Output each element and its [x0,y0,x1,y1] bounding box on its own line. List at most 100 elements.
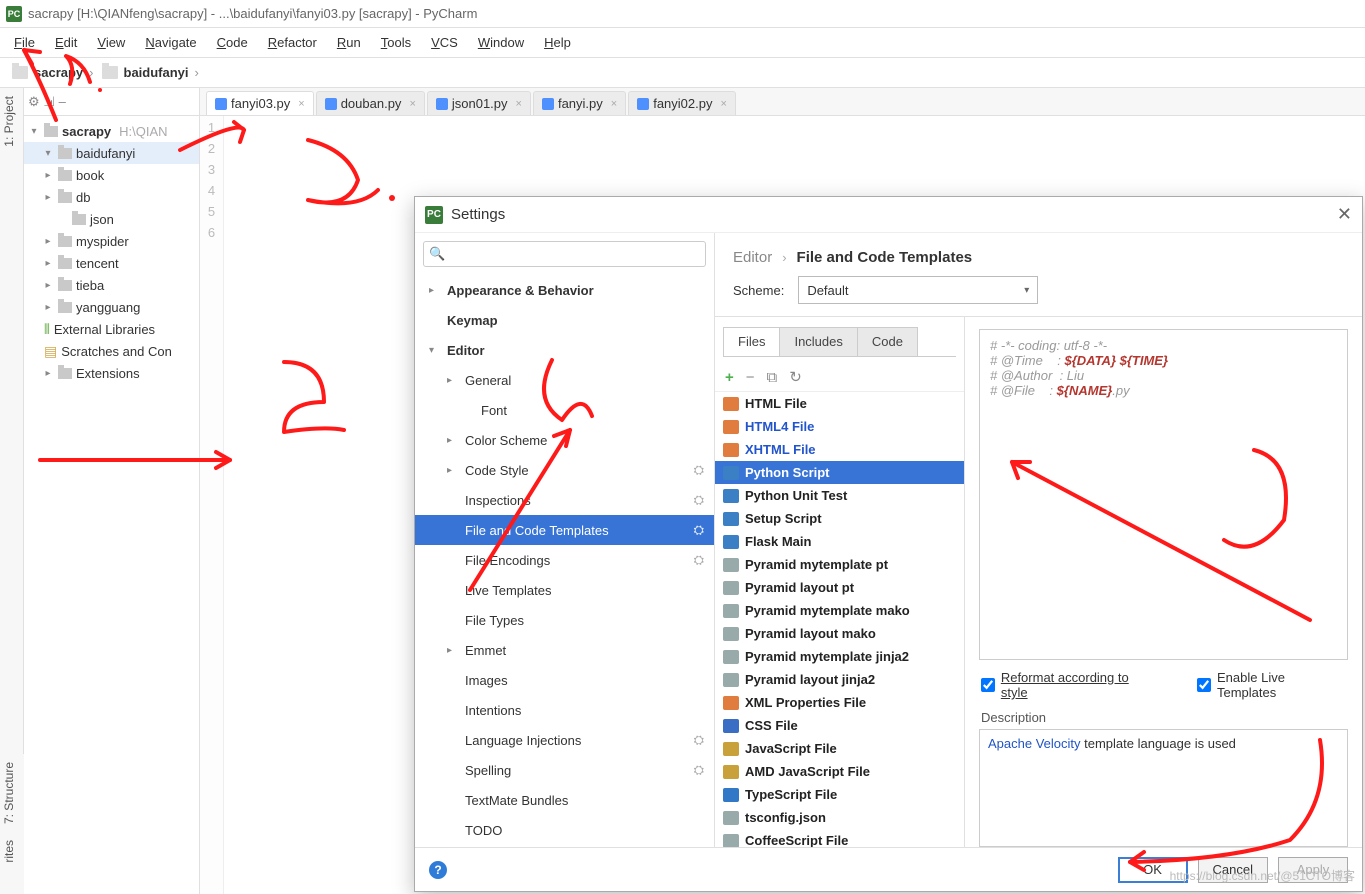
template-item[interactable]: Pyramid layout jinja2 [715,668,964,691]
settings-category-item[interactable]: ▸Emmet [415,635,714,665]
menu-tools[interactable]: Tools [373,31,419,54]
settings-category-item[interactable]: File Encodings⛭ [415,545,714,575]
cog-icon[interactable]: ⚙ [28,94,40,110]
revert-icon[interactable]: ↻ [789,368,802,386]
side-tab-structure[interactable]: 7: Structure [0,754,18,832]
settings-category-item[interactable]: ▸Appearance & Behavior [415,275,714,305]
template-item[interactable]: Python Script [715,461,964,484]
project-tree-item[interactable]: ⫴External Libraries [24,318,199,340]
template-item[interactable]: tsconfig.json [715,806,964,829]
side-tab-project[interactable]: 1: Project [0,88,18,155]
template-tab-files[interactable]: Files [723,327,780,356]
settings-category-item[interactable]: Intentions [415,695,714,725]
template-item[interactable]: Pyramid layout pt [715,576,964,599]
reformat-checkbox[interactable]: Reformat according to style [981,670,1157,700]
menu-help[interactable]: Help [536,31,579,54]
template-item[interactable]: XHTML File [715,438,964,461]
settings-category-item[interactable]: Language Injections⛭ [415,725,714,755]
template-item[interactable]: HTML File [715,392,964,415]
template-code-editor[interactable]: # -*- coding: utf-8 -*-# @Time : ${DATA}… [979,329,1348,660]
template-item[interactable]: Pyramid layout mako [715,622,964,645]
filetype-icon [723,673,739,687]
project-tree-item[interactable]: ▸yangguang [24,296,199,318]
settings-category-item[interactable]: ▾Editor [415,335,714,365]
editor-tab[interactable]: fanyi02.py× [628,91,736,115]
project-tree-item[interactable]: ▾sacrapyH:\QIAN [24,120,199,142]
add-icon[interactable]: + [725,369,734,386]
close-icon[interactable]: × [611,98,617,110]
project-tree-item[interactable]: ▸db [24,186,199,208]
settings-category-item[interactable]: TODO [415,815,714,845]
template-item[interactable]: Python Unit Test [715,484,964,507]
close-icon[interactable]: × [409,98,415,110]
template-item[interactable]: Pyramid mytemplate jinja2 [715,645,964,668]
scheme-select[interactable]: Default ▾ [798,276,1038,304]
template-item[interactable]: TypeScript File [715,783,964,806]
template-item[interactable]: Setup Script [715,507,964,530]
template-item[interactable]: Pyramid mytemplate pt [715,553,964,576]
settings-category-item[interactable]: ▸General [415,365,714,395]
copy-icon[interactable]: ⧉ [767,369,778,386]
settings-category-item[interactable]: Font [415,395,714,425]
settings-category-item[interactable]: TextMate Bundles [415,785,714,815]
settings-category-item[interactable]: ▸Color Scheme [415,425,714,455]
template-tab-includes[interactable]: Includes [779,327,857,356]
editor-tab[interactable]: douban.py× [316,91,425,115]
filetype-icon [723,420,739,434]
side-tab-favorites[interactable]: rites [0,832,18,871]
project-tree-item[interactable]: ▸Extensions [24,362,199,384]
settings-category-item[interactable]: ▸Code Style⛭ [415,455,714,485]
template-item[interactable]: Flask Main [715,530,964,553]
editor-tab[interactable]: json01.py× [427,91,531,115]
project-tree-item[interactable]: ▸tieba [24,274,199,296]
editor-tab[interactable]: fanyi03.py× [206,91,314,115]
settings-category-item[interactable]: File Types [415,605,714,635]
template-item[interactable]: HTML4 File [715,415,964,438]
settings-category-item[interactable]: Keymap [415,305,714,335]
project-tree-item[interactable]: ▸book [24,164,199,186]
project-tree-item[interactable]: json [24,208,199,230]
template-item[interactable]: AMD JavaScript File [715,760,964,783]
menu-code[interactable]: Code [209,31,256,54]
settings-category-item[interactable]: Inspections⛭ [415,485,714,515]
menu-run[interactable]: Run [329,31,369,54]
close-icon[interactable]: × [298,98,304,110]
template-item[interactable]: JavaScript File [715,737,964,760]
breadcrumb-item[interactable]: sacrapy [6,65,87,80]
settings-category-item[interactable]: File and Code Templates⛭ [415,515,714,545]
hide-icon[interactable]: – [59,94,66,109]
settings-search-input[interactable] [423,241,706,267]
editor-tab[interactable]: fanyi.py× [533,91,626,115]
project-tree-item[interactable]: ▸myspider [24,230,199,252]
menu-edit[interactable]: Edit [47,31,85,54]
menu-file[interactable]: File [6,31,43,54]
help-icon[interactable]: ? [429,861,447,879]
template-item[interactable]: Pyramid mytemplate mako [715,599,964,622]
template-item[interactable]: CSS File [715,714,964,737]
template-item[interactable]: XML Properties File [715,691,964,714]
menu-window[interactable]: Window [470,31,532,54]
menu-refactor[interactable]: Refactor [260,31,325,54]
apache-velocity-link[interactable]: Apache Velocity [988,736,1081,751]
breadcrumb-item[interactable]: baidufanyi [96,65,193,80]
close-icon[interactable]: × [516,98,522,110]
settings-category-item[interactable]: Spelling⛭ [415,755,714,785]
remove-icon[interactable]: − [746,369,755,386]
template-tab-code[interactable]: Code [857,327,918,356]
settings-category-item[interactable]: Images [415,665,714,695]
menu-view[interactable]: View [89,31,133,54]
pycharm-icon: PC [425,206,443,224]
collapse-icon[interactable]: ⇲ [44,94,55,110]
project-tree-item[interactable]: ▸tencent [24,252,199,274]
menu-navigate[interactable]: Navigate [137,31,204,54]
project-tree-item[interactable]: ▤Scratches and Con [24,340,199,362]
enable-live-checkbox[interactable]: Enable Live Templates [1197,670,1346,700]
close-icon[interactable]: × [720,98,726,110]
settings-category-item[interactable]: Live Templates [415,575,714,605]
template-item[interactable]: CoffeeScript File [715,829,964,847]
folder-icon [12,66,28,79]
filetype-icon [723,581,739,595]
close-icon[interactable]: ✕ [1337,204,1352,225]
menu-vcs[interactable]: VCS [423,31,466,54]
project-tree-item[interactable]: ▾baidufanyi [24,142,199,164]
